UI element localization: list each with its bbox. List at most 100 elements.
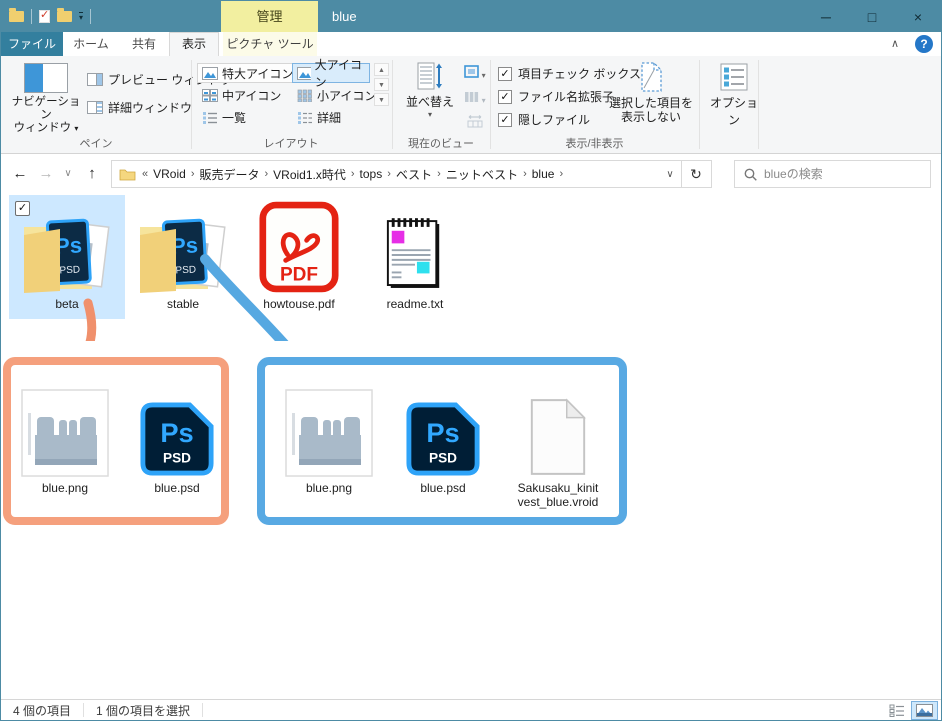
size-columns-button[interactable] [463,114,487,130]
navigation-pane-icon [24,63,68,93]
group-by-icon [464,65,480,78]
close-button[interactable]: × [895,1,941,32]
help-icon[interactable]: ? [915,35,933,53]
view-list[interactable]: 一覧 [197,107,251,127]
hide-selected-items-button[interactable]: 選択した項目を 表示しない [607,61,695,124]
small-icons-label: 小アイコン [317,88,377,103]
search-input[interactable] [764,167,921,181]
add-columns-button[interactable]: ▾ [463,90,487,105]
tab-home[interactable]: ホーム [63,32,119,56]
breadcrumb-item[interactable]: VRoid [150,167,189,181]
hide-selected-label-line1: 選択した項目を [608,96,693,110]
breadcrumb-item[interactable]: VRoid1.x時代 [270,166,349,183]
breadcrumb-separator[interactable]: › [349,168,357,180]
file-item-blue-png-orange[interactable]: blue.png [15,383,115,495]
file-name: beta [55,297,79,311]
navigation-pane-button[interactable]: ナビゲーション ウィンドウ ▾ [11,63,81,135]
folder-icon [119,169,136,181]
view-large-icons[interactable]: 大アイコン [292,58,370,89]
file-item-stable[interactable]: stable [125,195,241,311]
manage-contextual-tab[interactable]: 管理 [221,1,318,32]
gallery-more-icon[interactable]: ▼ [374,93,389,106]
breadcrumb-item[interactable]: tops [357,167,386,181]
collapse-ribbon-icon[interactable]: ∧ [883,32,907,56]
file-item-readme-txt[interactable]: readme.txt [357,195,473,311]
divider [202,703,204,717]
thumbnail-view-toggle[interactable] [911,700,938,720]
tab-picture-tools[interactable]: ピクチャ ツール [223,32,317,56]
chevron-down-icon: ▾ [481,96,486,105]
group-by-button[interactable]: ▾ [463,65,487,80]
divider [758,60,759,149]
generic-file-icon [526,397,590,477]
breadcrumb-item-current[interactable]: blue [529,167,558,181]
details-pane-button[interactable]: 詳細ウィンドウ [87,99,192,116]
breadcrumb-separator[interactable]: › [521,168,529,180]
tab-view[interactable]: 表示 [169,32,219,56]
view-details[interactable]: 詳細 [292,107,346,127]
gallery-scroll-up-icon[interactable]: ▲ [374,63,389,76]
view-extra-large-icons[interactable]: 特大アイコン [197,63,299,83]
breadcrumb-item[interactable]: ニットベスト [443,166,521,183]
qat-folder-icon[interactable] [9,8,24,22]
divider [31,9,32,24]
file-name-extensions-checkbox[interactable]: ✓ ファイル名拡張子 [498,88,614,105]
details-view-toggle[interactable] [883,701,910,720]
maximize-button[interactable]: □ [849,1,895,32]
tab-share[interactable]: 共有 [119,32,169,56]
file-item-beta[interactable]: ✓ beta [9,195,125,319]
address-dropdown-icon[interactable]: ∨ [659,169,681,180]
list-view-label: 一覧 [222,110,247,125]
breadcrumb-item[interactable]: ベスト [393,166,435,183]
chevron-down-icon: ▾ [427,110,432,119]
file-name: howtouse.pdf [263,297,335,311]
refresh-icon[interactable]: ↻ [681,160,712,188]
address-breadcrumb-box[interactable]: « VRoid › 販売データ › VRoid1.x時代 › tops › ベス… [111,160,682,188]
qat-properties-icon[interactable]: ✓ [39,9,50,23]
file-item-blue-psd-blue[interactable]: blue.psd [393,383,493,495]
explorer-window: ✓ ▾ 管理 blue ─ □ × ファイル ホーム 共有 表示 ピクチャ ツー… [0,0,942,721]
breadcrumb-separator[interactable]: › [263,168,271,180]
size-columns-icon [467,115,483,128]
item-checkbox-checked[interactable]: ✓ [15,201,30,216]
checkbox-checked-icon: ✓ [498,89,512,104]
qat-customize-icon[interactable]: ▾ [79,11,84,22]
extra-large-icons-label: 特大アイコン [222,66,294,81]
file-list-area[interactable]: ✓ beta stable howtouse.pdf readme.txt bl… [1,191,941,699]
hidden-files-checkbox[interactable]: ✓ 隠しファイル [498,111,590,128]
up-icon[interactable]: ↑ [79,161,105,187]
breadcrumb-overflow-icon[interactable]: « [140,168,150,180]
window-title: blue [332,9,357,24]
medium-icons-icon [202,88,218,102]
forward-icon[interactable]: → [33,161,59,187]
options-icon [720,63,748,91]
breadcrumb-item[interactable]: 販売データ [196,166,262,183]
file-name: blue.png [41,481,89,495]
tab-file[interactable]: ファイル [1,32,63,56]
file-item-howtouse-pdf[interactable]: howtouse.pdf [241,195,357,311]
divider [90,9,92,24]
sort-by-button[interactable]: 並べ替え ▾ [397,62,463,119]
minimize-button[interactable]: ─ [803,1,849,32]
file-name: Sakusaku_kinit vest_blue.vroid [517,481,599,509]
file-item-vroid[interactable]: Sakusaku_kinit vest_blue.vroid [503,383,613,509]
pdf-icon [259,201,339,293]
preview-pane-icon [87,73,103,86]
qat-new-folder-icon[interactable] [57,8,72,22]
gallery-scroll-down-icon[interactable]: ▼ [374,78,389,91]
back-icon[interactable]: ← [7,161,33,187]
breadcrumb-separator[interactable]: › [385,168,393,180]
file-item-blue-psd-orange[interactable]: blue.psd [127,383,227,495]
view-small-icons[interactable]: 小アイコン [292,85,381,105]
add-columns-icon [465,92,479,102]
thumbnail-view-toggle-icon [916,703,933,717]
file-item-blue-png-blue[interactable]: blue.png [279,383,379,495]
psd-file-icon [139,401,215,477]
group-label-show-hide: 表示/非表示 [565,138,624,150]
options-button[interactable]: オプション [705,63,763,128]
breadcrumb-separator[interactable]: › [557,168,565,180]
breadcrumb-separator[interactable]: › [189,168,197,180]
breadcrumb-separator[interactable]: › [435,168,443,180]
recent-locations-icon[interactable]: ∨ [59,161,77,187]
view-medium-icons[interactable]: 中アイコン [197,85,286,105]
